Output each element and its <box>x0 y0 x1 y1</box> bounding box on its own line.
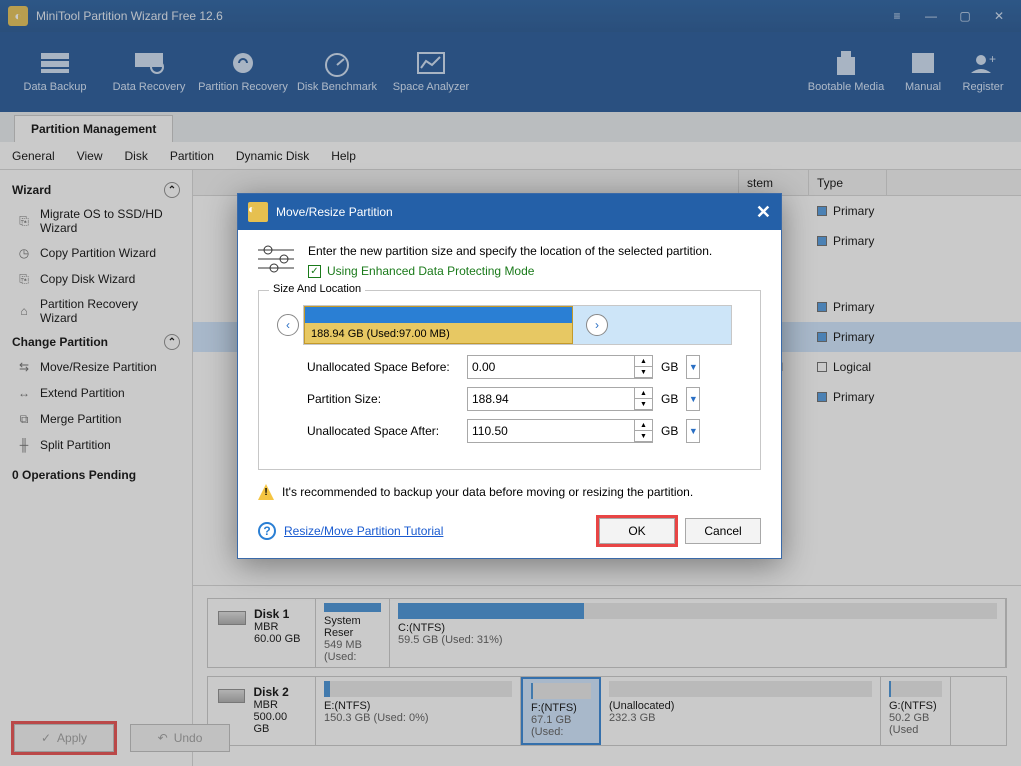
enhanced-mode-checkbox[interactable]: ✓Using Enhanced Data Protecting Mode <box>308 264 712 278</box>
fieldset-legend: Size And Location <box>269 283 365 295</box>
after-label: Unallocated Space After: <box>277 424 467 438</box>
after-input[interactable] <box>467 419 635 443</box>
before-spinner[interactable]: ▲▼ <box>635 355 653 379</box>
size-location-group: Size And Location ‹ 188.94 GB (Used:97.0… <box>258 290 761 470</box>
size-input[interactable] <box>467 387 635 411</box>
size-unit-dropdown[interactable]: ▼ <box>686 387 700 411</box>
before-input[interactable] <box>467 355 635 379</box>
nav-right-icon[interactable]: › <box>586 314 608 336</box>
help-icon[interactable]: ? <box>258 522 276 540</box>
cancel-button[interactable]: Cancel <box>685 518 761 544</box>
before-label: Unallocated Space Before: <box>277 360 467 374</box>
size-label: Partition Size: <box>277 392 467 406</box>
after-spinner[interactable]: ▲▼ <box>635 419 653 443</box>
after-unit-dropdown[interactable]: ▼ <box>686 419 700 443</box>
warning-icon: ! <box>258 484 274 500</box>
checkbox-icon: ✓ <box>308 265 321 278</box>
warning-row: ! It's recommended to backup your data b… <box>258 484 761 500</box>
tutorial-link[interactable]: Resize/Move Partition Tutorial <box>284 524 443 538</box>
dialog-titlebar: ◐ Move/Resize Partition ✕ <box>238 194 781 230</box>
dialog-close-icon[interactable]: ✕ <box>756 202 771 223</box>
size-bar[interactable]: 188.94 GB (Used:97.00 MB) <box>303 305 732 345</box>
before-unit-dropdown[interactable]: ▼ <box>686 355 700 379</box>
dialog-intro-text: Enter the new partition size and specify… <box>308 244 712 258</box>
dialog-logo-icon: ◐ <box>248 202 268 222</box>
ok-button[interactable]: OK <box>599 518 675 544</box>
sliders-icon <box>258 244 294 274</box>
dialog-title: Move/Resize Partition <box>276 205 393 219</box>
size-spinner[interactable]: ▲▼ <box>635 387 653 411</box>
move-resize-dialog: ◐ Move/Resize Partition ✕ Enter the new … <box>237 193 782 559</box>
nav-left-icon[interactable]: ‹ <box>277 314 299 336</box>
